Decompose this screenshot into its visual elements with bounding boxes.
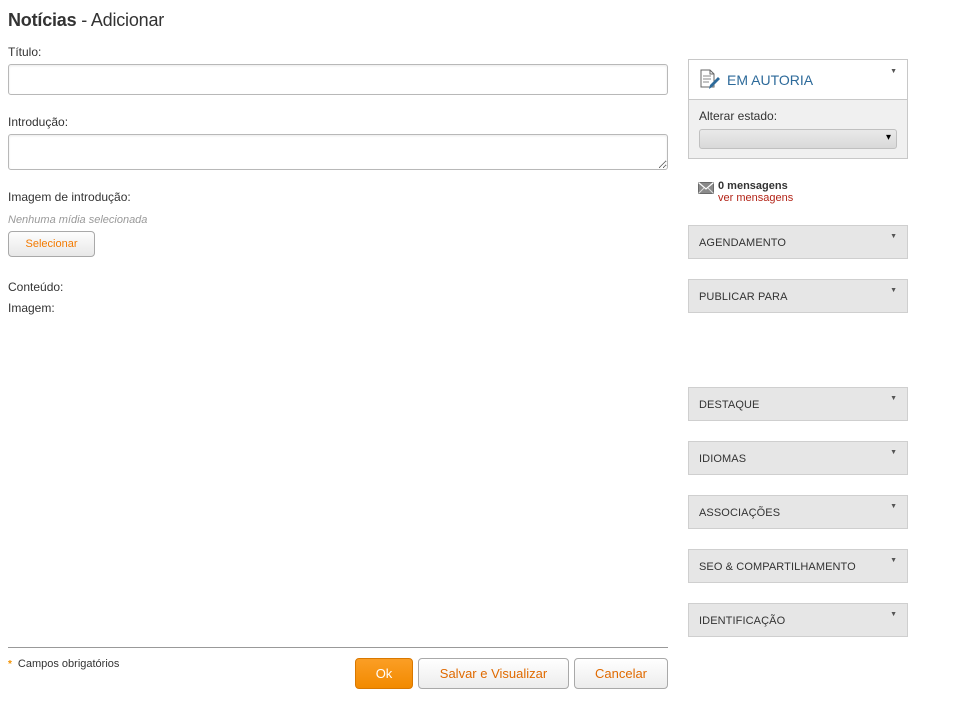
panel-title: ASSOCIAÇÕES: [699, 507, 781, 519]
view-messages-link[interactable]: ver mensagens: [718, 192, 793, 204]
panel-title: SEO & COMPARTILHAMENTO: [699, 561, 856, 573]
document-edit-icon: [700, 69, 720, 89]
panel-identificacao[interactable]: IDENTIFICAÇÃO ▼: [688, 603, 908, 637]
status-box: EM AUTORIA ▼ Alterar estado: ▾: [688, 59, 908, 159]
required-star-icon: *: [8, 659, 12, 670]
panel-title: AGENDAMENTO: [699, 237, 787, 249]
status-header[interactable]: EM AUTORIA ▼: [689, 60, 907, 100]
change-status-label: Alterar estado:: [699, 109, 778, 123]
titulo-label: Título:: [8, 45, 42, 59]
introducao-label: Introdução:: [8, 115, 69, 129]
chevron-down-icon[interactable]: ▼: [890, 68, 897, 75]
panel-title: PUBLICAR PARA: [699, 291, 788, 303]
chevron-down-icon: ▼: [890, 233, 897, 240]
chevron-down-icon: ▼: [890, 449, 897, 456]
introducao-textarea[interactable]: [8, 134, 668, 170]
intro-image-label: Imagem de introdução:: [8, 190, 131, 204]
required-fields-note: * Campos obrigatórios: [8, 658, 119, 670]
page-title: Notícias - Adicionar: [8, 10, 164, 31]
page-title-section: Notícias: [8, 10, 77, 30]
panel-destaque[interactable]: DESTAQUE ▼: [688, 387, 908, 421]
panel-seo-compartilhamento[interactable]: SEO & COMPARTILHAMENTO ▼: [688, 549, 908, 583]
save-and-view-button[interactable]: Salvar e Visualizar: [418, 658, 569, 689]
messages-count: 0 mensagens: [718, 180, 788, 192]
envelope-icon: [698, 182, 714, 194]
cancel-button[interactable]: Cancelar: [574, 658, 668, 689]
chevron-down-icon: ▼: [890, 611, 897, 618]
chevron-down-icon: ▼: [890, 557, 897, 564]
panel-associacoes[interactable]: ASSOCIAÇÕES ▼: [688, 495, 908, 529]
footer-divider: [8, 647, 668, 648]
status-select[interactable]: ▾: [699, 129, 897, 149]
imagem-label: Imagem:: [8, 301, 55, 315]
panel-title: DESTAQUE: [699, 399, 760, 411]
status-title: EM AUTORIA: [727, 71, 814, 88]
select-arrow-icon: ▾: [885, 132, 891, 143]
chevron-down-icon: ▼: [890, 287, 897, 294]
panel-title: IDIOMAS: [699, 453, 747, 465]
select-media-button[interactable]: Selecionar: [8, 231, 95, 257]
page-title-action: - Adicionar: [76, 10, 165, 30]
panel-agendamento[interactable]: AGENDAMENTO ▼: [688, 225, 908, 259]
conteudo-label: Conteúdo:: [8, 280, 64, 294]
panel-publicar-para[interactable]: PUBLICAR PARA ▼: [688, 279, 908, 313]
no-media-text: Nenhuma mídia selecionada: [8, 214, 148, 226]
panel-idiomas[interactable]: IDIOMAS ▼: [688, 441, 908, 475]
chevron-down-icon: ▼: [890, 395, 897, 402]
panel-title: IDENTIFICAÇÃO: [699, 615, 786, 627]
ok-button[interactable]: Ok: [355, 658, 413, 689]
required-fields-text: Campos obrigatórios: [17, 658, 120, 670]
chevron-down-icon: ▼: [890, 503, 897, 510]
titulo-input[interactable]: [8, 64, 668, 95]
